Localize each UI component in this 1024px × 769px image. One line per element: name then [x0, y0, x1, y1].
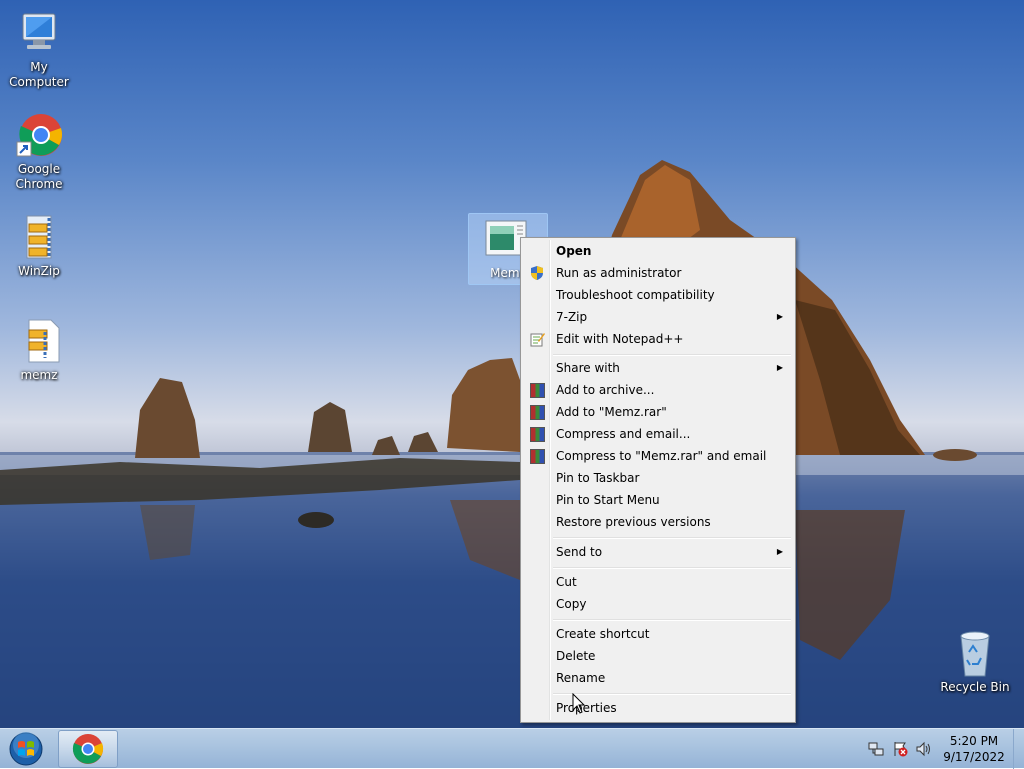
desktop-icon-label: WinZip — [18, 264, 60, 278]
desktop-icon-label: Recycle Bin — [940, 680, 1010, 694]
menu-separator — [553, 354, 791, 356]
menu-item-label: Edit with Notepad++ — [556, 332, 684, 346]
menu-item-share-with[interactable]: Share with ▶ — [523, 357, 793, 379]
taskbar-chrome-button[interactable] — [58, 730, 118, 768]
menu-item-label: Properties — [556, 701, 617, 715]
menu-item-compress-to-memz-rar-and-email[interactable]: Compress to "Memz.rar" and email — [523, 445, 793, 467]
menu-item-label: Compress and email... — [556, 427, 691, 441]
uac-shield-icon — [529, 265, 545, 281]
desktop-icon-winzip[interactable]: WinZip — [1, 214, 77, 279]
menu-item-label: Add to "Memz.rar" — [556, 405, 667, 419]
menu-item-label: Troubleshoot compatibility — [556, 288, 715, 302]
mouse-cursor-icon — [572, 693, 586, 714]
desktop-icon-google-chrome[interactable]: Google Chrome — [1, 112, 77, 192]
action-center-flag-icon[interactable] — [892, 741, 908, 757]
menu-item-label: Restore previous versions — [556, 515, 711, 529]
menu-item-copy[interactable]: Copy — [523, 593, 793, 615]
menu-item-label: 7-Zip — [556, 310, 588, 324]
menu-item-label: Share with — [556, 361, 620, 375]
menu-item-cut[interactable]: Cut — [523, 571, 793, 593]
menu-separator — [553, 693, 791, 695]
desktop[interactable]: My Computer Google Chrome WinZip memz Re… — [0, 0, 1024, 728]
submenu-arrow-icon: ▶ — [776, 363, 783, 372]
menu-item-pin-to-start-menu[interactable]: Pin to Start Menu — [523, 489, 793, 511]
menu-item-label: Rename — [556, 671, 606, 685]
taskbar-clock[interactable]: 5:20 PM 9/17/2022 — [932, 733, 1016, 765]
taskbar: 5:20 PM 9/17/2022 — [0, 728, 1024, 769]
menu-item-compress-and-email[interactable]: Compress and email... — [523, 423, 793, 445]
start-button[interactable] — [6, 732, 46, 766]
notepadpp-icon — [529, 331, 545, 347]
desktop-icon-label: memz — [20, 368, 58, 382]
menu-item-restore-previous-versions[interactable]: Restore previous versions — [523, 511, 793, 533]
menu-item-edit-with-notepadpp[interactable]: Edit with Notepad++ — [523, 328, 793, 350]
menu-item-rename[interactable]: Rename — [523, 667, 793, 689]
menu-item-label: Send to — [556, 545, 603, 559]
winzip-icon — [15, 214, 63, 262]
menu-item-add-to-memz-rar[interactable]: Add to "Memz.rar" — [523, 401, 793, 423]
menu-separator — [553, 567, 791, 569]
menu-item-label: Cut — [556, 575, 577, 589]
volume-icon[interactable] — [916, 741, 932, 757]
menu-item-label: Copy — [556, 597, 587, 611]
menu-item-label: Open — [556, 244, 592, 258]
menu-separator — [553, 537, 791, 539]
chrome-icon — [72, 734, 104, 764]
menu-item-delete[interactable]: Delete — [523, 645, 793, 667]
recycle-bin-icon — [951, 630, 999, 678]
menu-item-properties[interactable]: Properties — [523, 697, 793, 719]
menu-item-pin-to-taskbar[interactable]: Pin to Taskbar — [523, 467, 793, 489]
winrar-icon — [530, 405, 545, 420]
menu-item-label: Add to archive... — [556, 383, 655, 397]
menu-item-label: Delete — [556, 649, 596, 663]
clock-date: 9/17/2022 — [943, 750, 1005, 764]
desktop-icon-recycle-bin[interactable]: Recycle Bin — [937, 630, 1013, 695]
winrar-icon — [530, 427, 545, 442]
context-menu: Open Run as administrator Troubleshoot c… — [520, 237, 796, 723]
computer-icon — [15, 10, 63, 58]
desktop-icon-memz-zip[interactable]: memz — [1, 318, 77, 383]
desktop-icon-label: Google Chrome — [15, 162, 63, 191]
menu-separator — [553, 619, 791, 621]
menu-item-label: Compress to "Memz.rar" and email — [556, 449, 767, 463]
wallpaper — [0, 160, 1024, 728]
menu-item-create-shortcut[interactable]: Create shortcut — [523, 623, 793, 645]
menu-item-label: Pin to Taskbar — [556, 471, 640, 485]
menu-item-7zip[interactable]: 7-Zip ▶ — [523, 306, 793, 328]
winrar-icon — [530, 449, 545, 464]
network-icon[interactable] — [868, 741, 884, 757]
menu-item-send-to[interactable]: Send to ▶ — [523, 541, 793, 563]
desktop-icon-my-computer[interactable]: My Computer — [1, 10, 77, 90]
clock-time: 5:20 PM — [949, 734, 999, 748]
zip-file-icon — [15, 318, 63, 366]
menu-item-label: Run as administrator — [556, 266, 682, 280]
show-desktop-button[interactable] — [1013, 729, 1024, 769]
submenu-arrow-icon: ▶ — [776, 312, 783, 321]
menu-item-label: Create shortcut — [556, 627, 650, 641]
windows-orb-icon — [9, 732, 43, 766]
menu-item-label: Pin to Start Menu — [556, 493, 660, 507]
menu-item-open[interactable]: Open — [523, 240, 793, 262]
desktop-icon-label: My Computer — [9, 60, 69, 89]
menu-item-run-as-administrator[interactable]: Run as administrator — [523, 262, 793, 284]
winrar-icon — [530, 383, 545, 398]
menu-item-troubleshoot-compatibility[interactable]: Troubleshoot compatibility — [523, 284, 793, 306]
submenu-arrow-icon: ▶ — [776, 547, 783, 556]
menu-item-add-to-archive[interactable]: Add to archive... — [523, 379, 793, 401]
chrome-icon — [15, 112, 63, 160]
